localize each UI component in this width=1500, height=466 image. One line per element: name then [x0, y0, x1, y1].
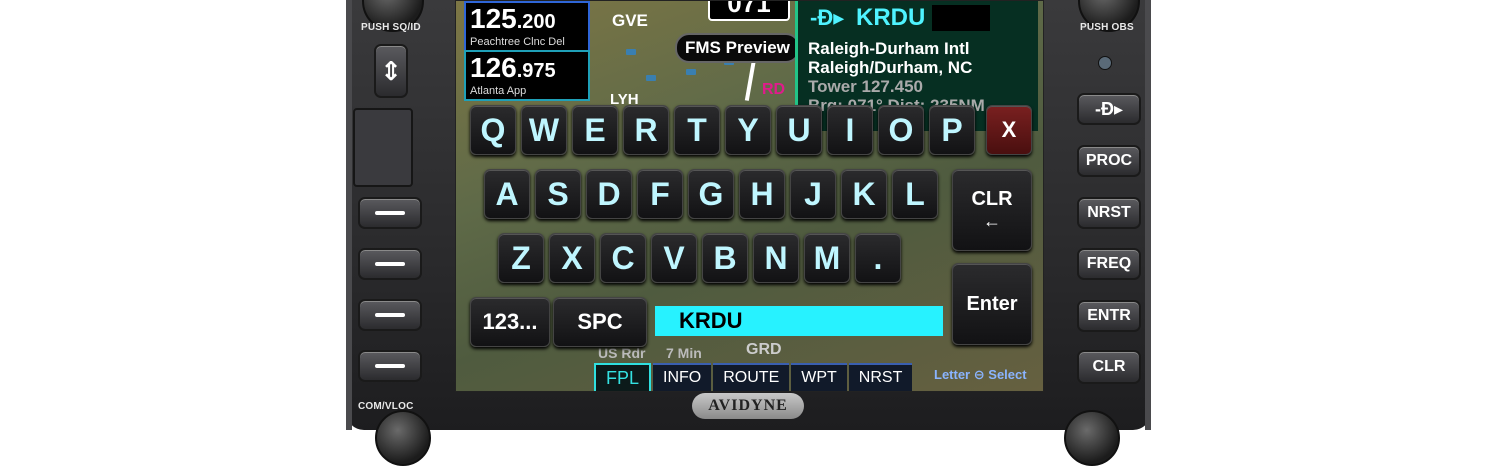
key-f[interactable]: F	[637, 169, 683, 219]
bezel-edge-right	[1145, 0, 1151, 430]
key-a[interactable]: A	[484, 169, 530, 219]
tab-route[interactable]: ROUTE	[713, 363, 790, 391]
keyboard-entry-field[interactable]: KRDU	[655, 306, 943, 336]
keyboard-space-button[interactable]: SPC	[553, 297, 647, 347]
tab-nrst[interactable]: NRST	[848, 363, 913, 391]
active-frequency-name: Peachtree Clnc Del	[470, 36, 565, 48]
line-select-key-4[interactable]	[358, 350, 422, 382]
proc-button[interactable]: PROC	[1077, 145, 1141, 177]
key-w[interactable]: W	[521, 105, 567, 155]
direct-to-button[interactable]: -Ð▸	[1077, 93, 1141, 125]
key-l[interactable]: L	[892, 169, 938, 219]
page-tabs: FPL INFO ROUTE WPT NRST	[594, 363, 913, 391]
knob-hint: Letter ⊖ Select	[934, 367, 1027, 383]
hint-select: Select	[988, 367, 1027, 382]
key-u[interactable]: U	[776, 105, 822, 155]
info-city: Raleigh/Durham, NC	[808, 58, 973, 77]
standby-frequency-name: Atlanta App	[470, 85, 527, 97]
key-m[interactable]: M	[804, 233, 850, 283]
key-k[interactable]: K	[841, 169, 887, 219]
key-o[interactable]: O	[878, 105, 924, 155]
key-p[interactable]: P	[929, 105, 975, 155]
grd-label: GRD	[746, 341, 782, 358]
track-readout: 071	[708, 1, 790, 21]
dash-icon	[375, 364, 405, 368]
freq-button[interactable]: FREQ	[1077, 248, 1141, 280]
direct-to-icon: -Ð▸	[810, 5, 845, 30]
key-x[interactable]: X	[549, 233, 595, 283]
clear-label: CLR	[971, 188, 1013, 210]
radar-source-label: US Rdr	[598, 345, 646, 361]
display-screen: GVE 071 LYH RD US Rdr 7 Min GRD 125.200 …	[455, 0, 1044, 392]
info-ident: KRDU	[856, 4, 926, 31]
light-sensor	[1098, 56, 1112, 70]
line-select-key-2[interactable]	[358, 248, 422, 280]
active-frequency-box[interactable]: 125.200 Peachtree Clnc Del	[464, 1, 590, 52]
nrst-button[interactable]: NRST	[1077, 197, 1141, 229]
keyboard-numeric-button[interactable]: 123...	[470, 297, 550, 347]
direct-to-icon: -Ð▸	[1094, 98, 1124, 119]
key-g[interactable]: G	[688, 169, 734, 219]
brand-logo: AVIDYNE	[692, 393, 804, 419]
key-h[interactable]: H	[739, 169, 785, 219]
dash-icon	[375, 211, 405, 215]
standby-frequency-main: 126	[470, 52, 517, 83]
key-n[interactable]: N	[753, 233, 799, 283]
key-j[interactable]: J	[790, 169, 836, 219]
key-d[interactable]: D	[586, 169, 632, 219]
keyboard-clear-button[interactable]: CLR ←	[952, 169, 1032, 251]
keyboard-close-button[interactable]: X	[986, 105, 1032, 155]
map-airport-marker	[686, 69, 696, 75]
radar-age-label: 7 Min	[666, 345, 702, 361]
map-airport-marker	[626, 49, 636, 55]
fms-knob[interactable]	[1064, 410, 1120, 466]
swap-button[interactable]: ⇕	[374, 44, 408, 98]
line-select-key-1[interactable]	[358, 197, 422, 229]
line-select-key-3[interactable]	[358, 299, 422, 331]
key-e[interactable]: E	[572, 105, 618, 155]
waypoint-rd-label: RD	[762, 81, 786, 98]
clr-button[interactable]: CLR	[1077, 350, 1141, 384]
standby-frequency-box[interactable]: 126.975 Atlanta App	[464, 50, 590, 101]
info-tower: Tower 127.450	[808, 77, 923, 96]
key-z[interactable]: Z	[498, 233, 544, 283]
info-airport-name: Raleigh-Durham Intl	[808, 39, 970, 58]
swap-arrows-icon: ⇕	[380, 55, 402, 86]
bezel-edge-left	[346, 0, 352, 430]
dash-icon	[375, 313, 405, 317]
key-v[interactable]: V	[651, 233, 697, 283]
fms-preview-label: FMS Preview	[675, 33, 800, 63]
backspace-arrow-icon: ←	[983, 211, 1001, 231]
keyboard-enter-button[interactable]: Enter	[952, 263, 1032, 345]
waypoint-gve-label: GVE	[612, 11, 648, 30]
key-period[interactable]: .	[855, 233, 901, 283]
active-frequency-main: 125	[470, 3, 517, 34]
key-c[interactable]: C	[600, 233, 646, 283]
com-knob[interactable]	[375, 410, 431, 466]
standby-frequency-decimal: .975	[516, 60, 556, 82]
tab-info[interactable]: INFO	[653, 363, 712, 391]
hint-letter: Letter	[934, 367, 971, 382]
push-obs-label: PUSH OBS	[1080, 22, 1134, 33]
key-b[interactable]: B	[702, 233, 748, 283]
tab-wpt[interactable]: WPT	[791, 363, 847, 391]
map-airport-marker	[646, 75, 656, 81]
key-y[interactable]: Y	[725, 105, 771, 155]
entr-button[interactable]: ENTR	[1077, 300, 1141, 332]
key-q[interactable]: Q	[470, 105, 516, 155]
push-sq-id-label: PUSH SQ/ID	[361, 22, 421, 33]
ident-entry-box	[932, 5, 990, 31]
key-t[interactable]: T	[674, 105, 720, 155]
key-r[interactable]: R	[623, 105, 669, 155]
key-s[interactable]: S	[535, 169, 581, 219]
volume-knob-area[interactable]	[353, 108, 413, 187]
dash-icon	[375, 262, 405, 266]
key-i[interactable]: I	[827, 105, 873, 155]
knob-icon: ⊖	[973, 367, 985, 382]
active-frequency-decimal: .200	[516, 11, 556, 33]
tab-fpl[interactable]: FPL	[594, 363, 652, 391]
